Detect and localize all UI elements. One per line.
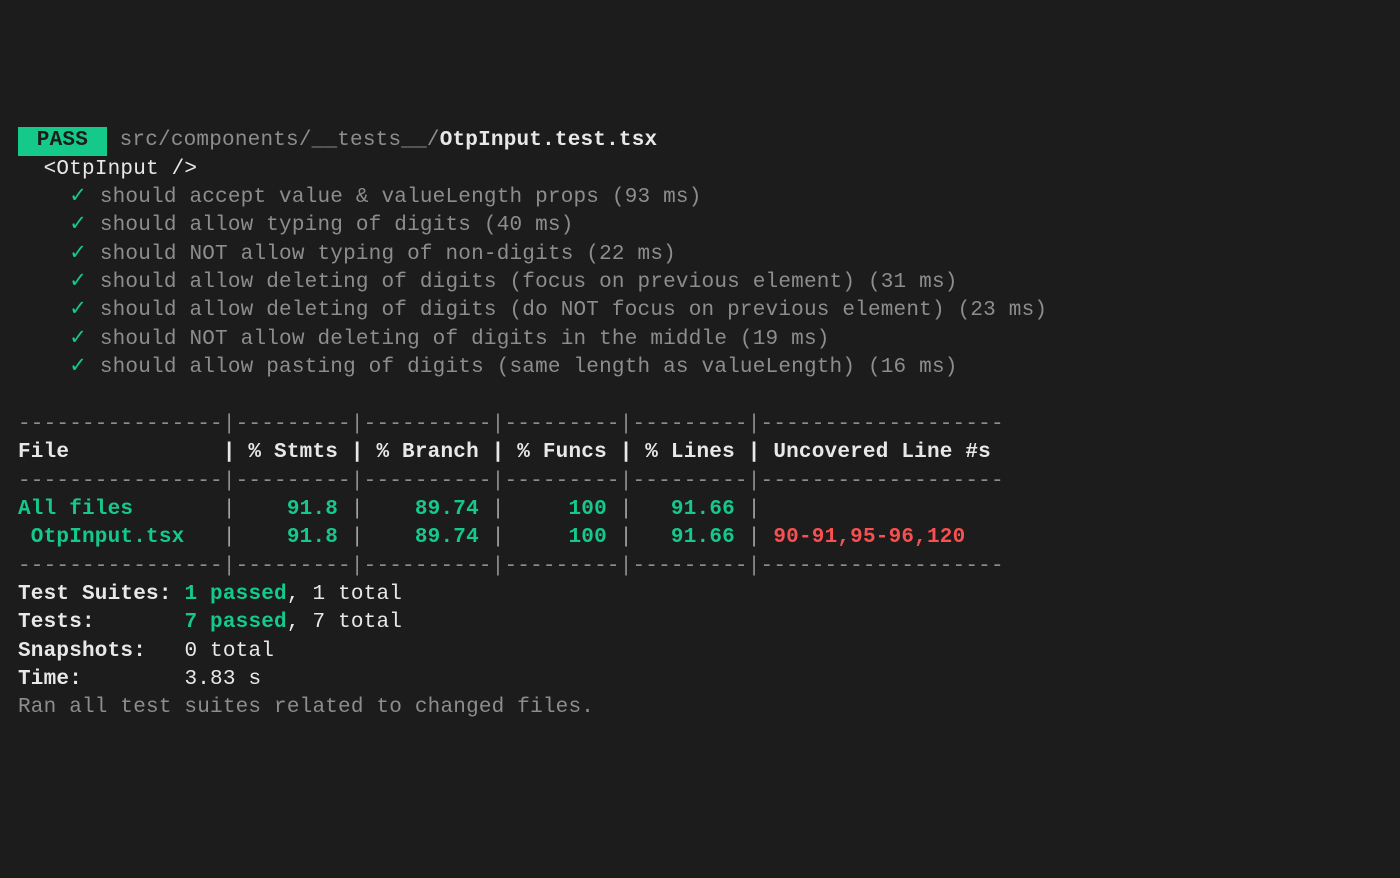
coverage-funcs: 100 (505, 498, 607, 521)
check-icon: ✓ (69, 214, 87, 237)
summary-tests-label: Tests: (18, 611, 95, 634)
summary-time-label: Time: (18, 668, 82, 691)
test-path-prefix: src/components/__tests__/ (120, 129, 440, 152)
coverage-file: All files (18, 498, 210, 521)
summary-snapshots-value: 0 total (184, 640, 274, 663)
footer-message: Ran all test suites related to changed f… (18, 696, 594, 719)
uncovered-lines: 90-91,95-96,120 (773, 526, 965, 549)
coverage-header: File | % Stmts | % Branch | % Funcs | % … (18, 441, 1004, 464)
suite-name: <OtpInput /> (44, 158, 198, 181)
check-icon: ✓ (69, 356, 87, 379)
test-file-name: OtpInput.test.tsx (440, 129, 658, 152)
coverage-funcs: 100 (505, 526, 607, 549)
coverage-lines: 91.66 (633, 498, 735, 521)
test-item: should allow deleting of digits (focus o… (100, 271, 958, 294)
test-item: should allow pasting of digits (same len… (100, 356, 958, 379)
test-item: should accept value & valueLength props … (100, 186, 702, 209)
coverage-divider-mid: ----------------|---------|----------|--… (18, 470, 1004, 493)
coverage-lines: 91.66 (633, 526, 735, 549)
test-item: should allow typing of digits (40 ms) (100, 214, 574, 237)
coverage-divider-bottom: ----------------|---------|----------|--… (18, 555, 1004, 578)
coverage-branch: 89.74 (364, 498, 479, 521)
summary-time-value: 3.83 s (184, 668, 261, 691)
test-item: should allow deleting of digits (do NOT … (100, 299, 1047, 322)
summary-suites-label: Test Suites: (18, 583, 172, 606)
check-icon: ✓ (69, 271, 87, 294)
coverage-rows: All files | 91.8 | 89.74 | 100 | 91.66 |… (18, 498, 965, 549)
terminal-output: PASS src/components/__tests__/OtpInput.t… (18, 127, 1382, 722)
coverage-file: OtpInput.tsx (18, 526, 210, 549)
pass-badge: PASS (18, 127, 107, 155)
check-icon: ✓ (69, 186, 87, 209)
coverage-branch: 89.74 (364, 526, 479, 549)
check-icon: ✓ (69, 243, 87, 266)
summary-snapshots-label: Snapshots: (18, 640, 146, 663)
summary-tests-total: , (287, 611, 313, 634)
check-icon: ✓ (69, 299, 87, 322)
test-list: ✓ should accept value & valueLength prop… (18, 186, 1047, 379)
check-icon: ✓ (69, 328, 87, 351)
summary-suites-passed: 1 passed (184, 583, 286, 606)
summary-tests-passed: 7 passed (184, 611, 286, 634)
coverage-stmts: 91.8 (236, 526, 338, 549)
test-item: should NOT allow deleting of digits in t… (100, 328, 830, 351)
coverage-stmts: 91.8 (236, 498, 338, 521)
summary-suites-total: , (287, 583, 313, 606)
coverage-divider-top: ----------------|---------|----------|--… (18, 413, 1004, 436)
test-item: should NOT allow typing of non-digits (2… (100, 243, 676, 266)
